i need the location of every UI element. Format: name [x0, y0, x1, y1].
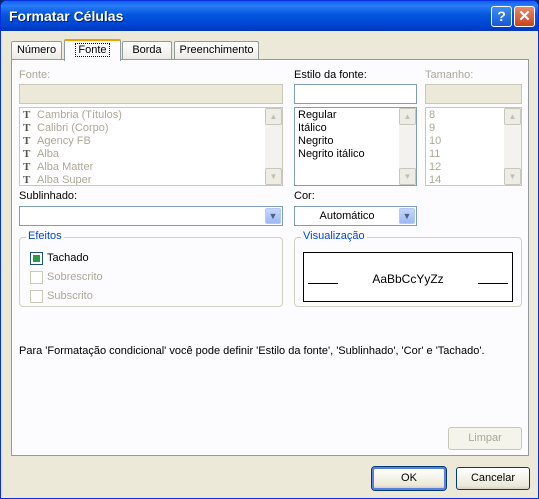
dialog-title: Formatar Células [9, 8, 124, 24]
font-style-scrollbar[interactable]: ▲ ▼ [399, 108, 416, 185]
font-size-input [425, 84, 522, 104]
subscript-checkbox [30, 290, 43, 303]
title-bar: Formatar Células ? ✕ [1, 1, 538, 31]
tab-label: Borda [132, 44, 162, 56]
tab-borda[interactable]: Borda [122, 41, 172, 59]
cancel-button[interactable]: Cancelar [456, 467, 530, 490]
truetype-font-icon: T [23, 122, 31, 134]
strikethrough-label[interactable]: Tachado [47, 252, 89, 264]
chevron-down-icon[interactable]: ▼ [399, 208, 415, 224]
tab-fonte[interactable]: Fonte [64, 39, 121, 61]
color-dropdown[interactable]: Automático ▼ [294, 206, 417, 226]
font-list-item: T Alba Matter [23, 161, 94, 173]
format-cells-dialog: Formatar Células ? ✕ Número Fonte Borda … [0, 0, 539, 499]
font-size-item: 9 [429, 122, 436, 134]
font-style-item[interactable]: Regular [298, 109, 337, 122]
underline-label: Sublinhado: [19, 190, 78, 202]
scroll-up-icon: ▲ [265, 108, 282, 125]
close-icon: ✕ [518, 8, 531, 25]
font-size-label: Tamanho: [425, 69, 474, 81]
font-label: Fonte: [19, 69, 51, 81]
font-style-input[interactable] [294, 84, 417, 104]
font-list-item: T Agency FB [23, 135, 91, 147]
font-style-item[interactable]: Negrito [298, 135, 333, 148]
color-label: Cor: [294, 190, 315, 202]
preview-title: Visualização [301, 230, 367, 242]
help-button[interactable]: ? [491, 6, 512, 27]
scroll-up-icon[interactable]: ▲ [399, 108, 416, 125]
font-list-item: T Cambria (Títulos) [23, 109, 122, 121]
font-style-item[interactable]: Itálico [298, 122, 327, 135]
font-size-item: 12 [429, 161, 442, 173]
font-input [19, 84, 283, 104]
font-size-item: 14 [429, 174, 442, 186]
ok-button[interactable]: OK [371, 466, 447, 491]
close-button[interactable]: ✕ [514, 6, 535, 27]
font-list-item: T Alba [23, 148, 60, 160]
font-list: T Cambria (Títulos) T Calibri (Corpo) T Age… [19, 107, 283, 186]
tab-numero[interactable]: Número [11, 41, 62, 59]
subscript-label: Subscrito [47, 290, 93, 302]
tab-preenchimento[interactable]: Preenchimento [174, 41, 259, 59]
font-size-item: 8 [429, 109, 436, 121]
color-value: Automático [319, 210, 375, 222]
superscript-checkbox [30, 271, 43, 284]
truetype-font-icon: T [23, 161, 31, 173]
font-size-list: 8 9 10 11 12 14 ▲ ▼ [425, 107, 522, 186]
preview-baseline-right [478, 283, 508, 284]
underline-dropdown[interactable]: ▼ [19, 206, 283, 226]
tab-panel-fonte: Fonte: T Cambria (Títulos) T Calibri (Corp… [11, 59, 529, 456]
strikethrough-checkbox[interactable] [30, 252, 43, 265]
preview-group: Visualização AaBbCcYyZz [294, 230, 522, 307]
scroll-down-icon: ▼ [265, 168, 282, 185]
scroll-up-icon: ▲ [504, 108, 521, 125]
font-style-list[interactable]: Regular Itálico Negrito Negrito itálico … [294, 107, 417, 186]
font-size-scrollbar: ▲ ▼ [504, 108, 521, 185]
effects-title: Efeitos [26, 230, 64, 242]
font-size-item: 11 [429, 148, 441, 160]
font-style-item[interactable]: Negrito itálico [298, 148, 365, 161]
truetype-font-icon: T [23, 135, 31, 147]
font-style-label: Estilo da fonte: [294, 69, 367, 81]
tab-label: Preenchimento [179, 44, 254, 56]
font-size-item: 10 [429, 135, 442, 147]
info-text: Para 'Formatação condicional' você pode … [19, 345, 485, 357]
superscript-label: Sobrescrito [47, 271, 103, 283]
chevron-down-icon[interactable]: ▼ [265, 208, 281, 224]
scroll-down-icon: ▼ [504, 168, 521, 185]
truetype-font-icon: T [23, 174, 31, 186]
effects-group: Efeitos Tachado Sobrescrito Subscrito [19, 230, 283, 307]
help-icon: ? [497, 8, 506, 24]
clear-button: Limpar [448, 427, 522, 450]
truetype-font-icon: T [23, 109, 31, 121]
scroll-down-icon[interactable]: ▼ [399, 168, 416, 185]
font-list-item: T Alba Super [23, 174, 92, 186]
font-list-scrollbar: ▲ ▼ [265, 108, 282, 185]
truetype-font-icon: T [23, 148, 31, 160]
indeterminate-check-icon [33, 255, 40, 262]
font-list-item: T Calibri (Corpo) [23, 122, 109, 134]
tab-label: Número [16, 44, 57, 56]
preview-box: AaBbCcYyZz [303, 252, 513, 302]
tab-label: Fonte [75, 43, 110, 57]
